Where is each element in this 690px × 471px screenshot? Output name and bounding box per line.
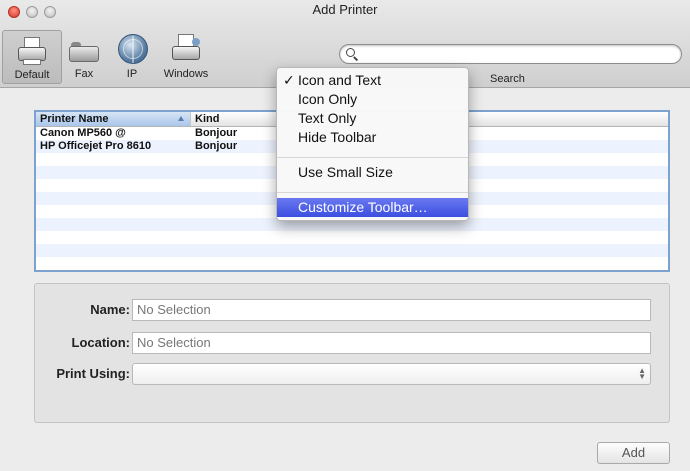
- menu-item-icon-only[interactable]: Icon Only: [277, 90, 468, 109]
- menu-item-customize-toolbar[interactable]: Customize Toolbar…: [277, 198, 468, 217]
- sort-ascending-icon: [178, 116, 184, 121]
- print-using-label: Print Using:: [56, 366, 130, 381]
- toolbar-ip-label: IP: [126, 68, 138, 80]
- menu-item-text-only[interactable]: Text Only: [277, 109, 468, 128]
- menu-item-hide-toolbar[interactable]: Hide Toolbar: [277, 128, 468, 147]
- empty-row: [36, 231, 668, 244]
- fax-icon: [67, 34, 101, 66]
- search-icon: [346, 48, 355, 57]
- printer-icon: [15, 35, 49, 67]
- search-label: Search: [490, 73, 525, 85]
- toolbar-windows-button[interactable]: Windows: [160, 34, 212, 80]
- menu-separator: [277, 157, 468, 158]
- print-using-select[interactable]: ▲ ▼: [132, 363, 651, 385]
- printer-name-cell: Canon MP560 @: [40, 127, 126, 139]
- printer-kind-cell: Bonjour: [195, 127, 238, 139]
- name-label: Name:: [90, 302, 130, 317]
- location-field[interactable]: No Selection: [132, 332, 651, 354]
- name-field[interactable]: No Selection: [132, 299, 651, 321]
- printer-name-cell: HP Officejet Pro 8610: [40, 140, 152, 152]
- toolbar-windows-label: Windows: [163, 68, 209, 80]
- toolbar-ip-button[interactable]: IP: [112, 34, 152, 80]
- toolbar-fax-label: Fax: [74, 68, 94, 80]
- toolbar-default-button[interactable]: Default: [2, 30, 62, 84]
- checkmark-icon: ✓: [283, 72, 295, 88]
- globe-icon: [115, 34, 149, 66]
- add-printer-window: Add Printer Default Fax IP Windows Searc…: [0, 0, 690, 471]
- column-header-printer-name[interactable]: Printer Name: [36, 112, 191, 126]
- menu-item-icon-and-text[interactable]: ✓ Icon and Text: [277, 71, 468, 90]
- printer-details-panel: Name: No Selection Location: No Selectio…: [34, 283, 670, 423]
- column-header-kind[interactable]: Kind: [191, 112, 281, 126]
- windows-printer-icon: [169, 34, 203, 66]
- add-button[interactable]: Add: [597, 442, 670, 464]
- search-input[interactable]: [339, 44, 682, 64]
- toolbar-context-menu: ✓ Icon and Text Icon Only Text Only Hide…: [276, 67, 469, 221]
- empty-row: [36, 257, 668, 270]
- location-label: Location:: [71, 335, 131, 350]
- printer-kind-cell: Bonjour: [195, 140, 238, 152]
- menu-item-use-small-size[interactable]: Use Small Size: [277, 163, 468, 182]
- empty-row: [36, 244, 668, 257]
- toolbar-fax-button[interactable]: Fax: [64, 34, 104, 80]
- toolbar-default-label: Default: [14, 69, 50, 81]
- updown-arrows-icon: ▲ ▼: [638, 366, 646, 381]
- menu-separator: [277, 192, 468, 193]
- window-title: Add Printer: [312, 2, 378, 17]
